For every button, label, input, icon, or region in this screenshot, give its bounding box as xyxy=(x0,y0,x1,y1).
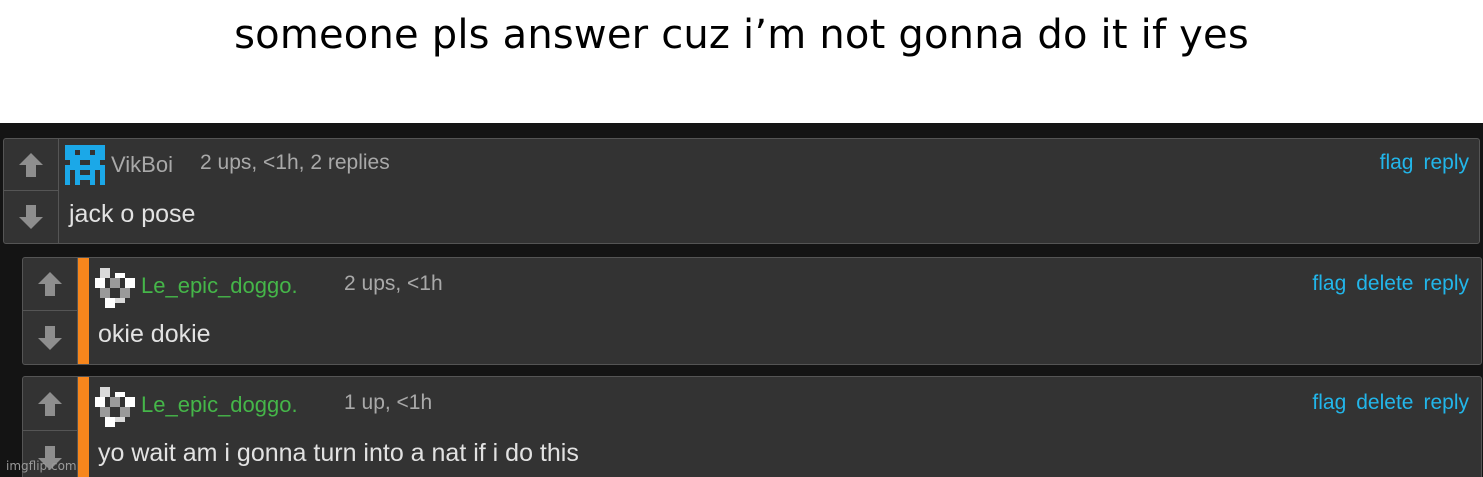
reply-link[interactable]: reply xyxy=(1423,272,1469,295)
vote-column xyxy=(23,258,78,364)
flag-link[interactable]: flag xyxy=(1312,391,1346,414)
comment-meta: 1 up, <1h xyxy=(344,391,433,414)
reply-indicator-bar xyxy=(78,377,89,477)
meme-caption: someone pls answer cuz i’m not gonna do … xyxy=(234,12,1249,58)
vote-column xyxy=(4,139,59,243)
comment-header: Le_epic_doggo. 1 up, <1h flag delete reply xyxy=(89,377,1481,427)
flag-link[interactable]: flag xyxy=(1312,272,1346,295)
comment-actions: flag reply xyxy=(1370,151,1469,175)
meme-caption-area: someone pls answer cuz i’m not gonna do … xyxy=(0,0,1483,123)
imgflip-watermark: imgflip.com xyxy=(6,459,77,473)
comment-username[interactable]: VikBoi xyxy=(111,152,173,178)
comment-username[interactable]: Le_epic_doggo. xyxy=(141,273,298,299)
comment-reply: Le_epic_doggo. 2 ups, <1h flag delete repl… xyxy=(22,257,1482,365)
reply-link[interactable]: reply xyxy=(1423,391,1469,414)
downvote-button[interactable] xyxy=(4,191,58,243)
comment-text: jack o pose xyxy=(69,200,196,228)
upvote-button[interactable] xyxy=(4,139,58,191)
comment-username[interactable]: Le_epic_doggo. xyxy=(141,392,298,418)
comment-body: Le_epic_doggo. 2 ups, <1h flag delete repl… xyxy=(89,258,1481,364)
arrow-up-icon xyxy=(19,152,43,177)
comment-meta: 2 ups, <1h xyxy=(344,272,443,295)
blue-pixel-avatar-icon[interactable] xyxy=(65,145,105,185)
comment-actions: flag delete reply xyxy=(1302,272,1469,296)
comment-text: yo wait am i gonna turn into a nat if i … xyxy=(98,439,579,467)
comment-body: VikBoi 2 ups, <1h, 2 replies flag reply j… xyxy=(60,139,1479,243)
arrow-up-icon xyxy=(38,391,62,416)
downvote-button[interactable] xyxy=(23,311,77,364)
flag-link[interactable]: flag xyxy=(1380,151,1414,174)
comment-text: okie dokie xyxy=(98,320,211,348)
arrow-down-icon xyxy=(19,205,43,229)
reply-link[interactable]: reply xyxy=(1423,151,1469,174)
gray-pixel-avatar-icon[interactable] xyxy=(95,387,135,427)
comment-meta: 2 ups, <1h, 2 replies xyxy=(200,151,390,174)
upvote-button[interactable] xyxy=(23,258,77,311)
comment: VikBoi 2 ups, <1h, 2 replies flag reply j… xyxy=(3,138,1480,244)
upvote-button[interactable] xyxy=(23,377,77,431)
delete-link[interactable]: delete xyxy=(1356,391,1413,414)
arrow-down-icon xyxy=(38,325,62,350)
comment-header: VikBoi 2 ups, <1h, 2 replies flag reply xyxy=(60,139,1479,189)
gray-pixel-avatar-icon[interactable] xyxy=(95,268,135,308)
comment-actions: flag delete reply xyxy=(1302,391,1469,415)
comment-body: Le_epic_doggo. 1 up, <1h flag delete reply… xyxy=(89,377,1481,477)
delete-link[interactable]: delete xyxy=(1356,272,1413,295)
comments-screenshot: VikBoi 2 ups, <1h, 2 replies flag reply j… xyxy=(0,123,1483,477)
arrow-up-icon xyxy=(38,272,62,296)
comment-reply: Le_epic_doggo. 1 up, <1h flag delete reply… xyxy=(22,376,1482,477)
comment-header: Le_epic_doggo. 2 ups, <1h flag delete repl… xyxy=(89,258,1481,308)
reply-indicator-bar xyxy=(78,258,89,364)
